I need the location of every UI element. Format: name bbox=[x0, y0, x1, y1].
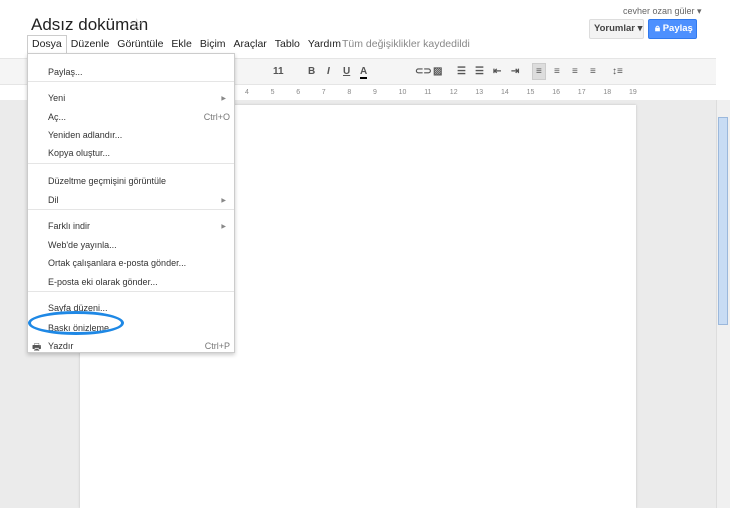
share-button[interactable]: 🔒︎ Paylaş bbox=[648, 19, 697, 39]
file-menu: Paylaş... Yeni ▶ Aç... Ctrl+O Yeniden adlandı… bbox=[27, 53, 235, 353]
ruler-number: 15 bbox=[526, 89, 535, 96]
ruler-number: 16 bbox=[552, 89, 560, 96]
font-size-select[interactable]: 11 bbox=[273, 66, 284, 77]
save-status: Tüm değişiklikler kaydedildi bbox=[342, 38, 470, 50]
menu-view[interactable]: Görüntüle bbox=[113, 35, 167, 53]
bold-button[interactable]: B bbox=[308, 66, 315, 77]
ruler-number: 12 bbox=[449, 89, 458, 96]
menu-bar: Dosya Düzenle Görüntüle Ekle Biçim Araçl… bbox=[27, 35, 345, 53]
menu-item[interactable]: Yazdır bbox=[48, 341, 73, 351]
menu-format[interactable]: Biçim bbox=[196, 35, 230, 53]
menu-separator bbox=[28, 209, 234, 210]
menu-shortcut: Ctrl+O bbox=[203, 112, 230, 122]
ruler-number: 7 bbox=[321, 89, 326, 96]
menu-item[interactable]: E-posta eki olarak gönder... bbox=[48, 277, 158, 287]
menu-tools[interactable]: Araçlar bbox=[230, 35, 271, 53]
menu-item[interactable]: Kopya oluştur... bbox=[48, 148, 110, 158]
menu-item[interactable]: Yeniden adlandır... bbox=[48, 130, 122, 140]
submenu-arrow-icon: ▶ bbox=[221, 198, 226, 204]
submenu-arrow-icon: ▶ bbox=[221, 96, 226, 102]
menu-help[interactable]: Yardım bbox=[304, 35, 345, 53]
menu-insert[interactable]: Ekle bbox=[167, 35, 195, 53]
ruler-number: 13 bbox=[475, 89, 484, 96]
menu-item[interactable]: Ortak çalışanlara e-posta gönder... bbox=[48, 258, 186, 268]
italic-button[interactable]: I bbox=[327, 66, 330, 77]
underline-button[interactable]: U bbox=[343, 66, 350, 77]
ruler-number: 14 bbox=[501, 89, 509, 96]
printer-icon: 🖶︎ bbox=[32, 342, 42, 353]
line-spacing-icon[interactable]: ↕≡ bbox=[612, 66, 623, 77]
bulleted-list-icon[interactable]: ☰ bbox=[475, 66, 484, 77]
user-account[interactable]: cevher ozan güler ▾ bbox=[623, 6, 702, 17]
menu-separator bbox=[28, 291, 234, 292]
ruler-number: 19 bbox=[629, 89, 637, 96]
comments-button[interactable]: Yorumlar ▾ bbox=[589, 19, 644, 39]
lock-icon: 🔒︎ bbox=[655, 23, 663, 34]
image-icon[interactable]: ▨ bbox=[433, 66, 442, 77]
link-icon[interactable]: ⊂⊃ bbox=[415, 66, 432, 77]
numbered-list-icon[interactable]: ☰ bbox=[457, 66, 466, 77]
menu-separator bbox=[28, 81, 234, 82]
menu-item[interactable]: Farklı indir bbox=[48, 221, 90, 231]
decrease-indent-icon[interactable]: ⇤ bbox=[493, 66, 501, 77]
highlight-ellipse bbox=[28, 311, 124, 335]
ruler-number: 10 bbox=[398, 89, 407, 96]
menu-separator bbox=[28, 163, 234, 164]
ruler-number: 6 bbox=[296, 89, 301, 96]
menu-item[interactable]: Aç... bbox=[48, 112, 66, 122]
increase-indent-icon[interactable]: ⇥ bbox=[511, 66, 519, 77]
ruler-number: 18 bbox=[603, 89, 612, 96]
align-right-icon[interactable]: ≡ bbox=[572, 66, 578, 77]
menu-file[interactable]: Dosya bbox=[27, 35, 67, 53]
ruler-number: 4 bbox=[245, 89, 249, 96]
star-icon[interactable]: ☆ bbox=[130, 15, 143, 33]
menu-shortcut: Ctrl+P bbox=[204, 341, 230, 351]
justify-icon[interactable]: ≡ bbox=[590, 66, 596, 77]
ruler-number: 17 bbox=[577, 89, 586, 96]
ruler[interactable]: 4 5 6 7 8 9 10 11 12 13 14 15 16 17 18 19 bbox=[234, 88, 639, 99]
menu-item[interactable]: Düzeltme geçmişini görüntüle bbox=[48, 176, 166, 186]
menu-item[interactable]: Yeni bbox=[48, 93, 65, 103]
menu-table[interactable]: Tablo bbox=[271, 35, 304, 53]
submenu-arrow-icon: ▶ bbox=[221, 224, 226, 230]
text-color-button[interactable]: A bbox=[360, 66, 368, 79]
ruler-number: 8 bbox=[347, 89, 352, 96]
menu-item[interactable]: Web'de yayınla... bbox=[48, 240, 117, 250]
scrollbar-thumb[interactable] bbox=[718, 117, 728, 325]
align-left-icon[interactable]: ≡ bbox=[532, 63, 546, 80]
ruler-number: 11 bbox=[424, 89, 432, 96]
menu-item[interactable]: Dil bbox=[48, 195, 59, 205]
align-center-icon[interactable]: ≡ bbox=[554, 66, 560, 77]
menu-edit[interactable]: Düzenle bbox=[67, 35, 114, 53]
ruler-number: 5 bbox=[270, 89, 275, 96]
menu-item[interactable]: Paylaş... bbox=[48, 67, 83, 77]
ruler-number: 9 bbox=[373, 89, 377, 96]
